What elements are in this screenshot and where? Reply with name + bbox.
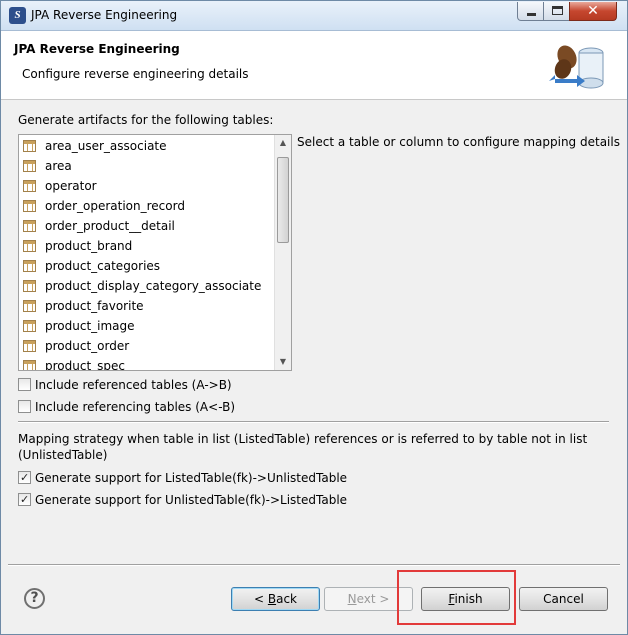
table-icon (23, 180, 36, 192)
wizard-header: JPA Reverse Engineering Configure revers… (1, 31, 627, 100)
back-label-rest: ack (276, 592, 297, 606)
include-referenced-checkbox[interactable] (18, 378, 31, 391)
table-row[interactable]: product_brand (23, 236, 133, 256)
include-referencing-label: Include referencing tables (A<-B) (35, 400, 236, 414)
include-referencing-option[interactable]: Include referencing tables (A<-B) (18, 399, 235, 415)
scroll-down-arrow-icon[interactable]: ▼ (275, 354, 291, 370)
minimize-button[interactable] (517, 2, 544, 21)
table-name: product_image (45, 319, 135, 333)
cancel-button[interactable]: Cancel (519, 587, 608, 611)
wizard-subtitle: Configure reverse engineering details (22, 67, 249, 81)
table-row[interactable]: operator (23, 176, 97, 196)
wizard-title: JPA Reverse Engineering (14, 42, 180, 56)
table-name: product_categories (45, 259, 161, 273)
close-icon: ✕ (587, 3, 599, 19)
table-row[interactable]: product_favorite (23, 296, 144, 316)
table-name: product_display_category_associate (45, 279, 262, 293)
back-label-mnemonic: B (267, 592, 277, 606)
table-name: area_user_associate (45, 139, 167, 153)
window-title: JPA Reverse Engineering (31, 8, 178, 22)
maximize-button[interactable] (543, 2, 570, 21)
table-name: product_order (45, 339, 130, 353)
include-referencing-checkbox[interactable] (18, 400, 31, 413)
table-icon (23, 260, 36, 272)
unlisted-to-listed-checkbox[interactable] (18, 492, 31, 508)
table-icon (23, 320, 36, 332)
wizard-body: Generate artifacts for the following tab… (1, 101, 627, 561)
table-row[interactable]: product_categories (23, 256, 161, 276)
table-name: order_product__detail (45, 219, 175, 233)
minimize-icon (527, 13, 536, 16)
table-name: area (45, 159, 72, 173)
table-name: product_favorite (45, 299, 144, 313)
table-name: order_operation_record (45, 199, 185, 213)
table-icon (23, 280, 36, 292)
table-row[interactable]: product_order (23, 336, 130, 356)
table-name: product_brand (45, 239, 133, 253)
tables-section-label: Generate artifacts for the following tab… (18, 113, 274, 127)
maximize-icon (552, 6, 563, 15)
reverse-engineering-banner-icon (549, 45, 604, 89)
table-icon (23, 360, 36, 370)
table-icon (23, 140, 36, 152)
footer-separator (8, 564, 620, 566)
table-list[interactable]: area_user_associate area operator order_… (18, 134, 292, 371)
unlisted-to-listed-label: Generate support for UnlistedTable(fk)->… (35, 493, 348, 507)
title-bar[interactable]: S JPA Reverse Engineering ✕ (1, 1, 627, 31)
listed-to-unlisted-option[interactable]: Generate support for ListedTable(fk)->Un… (18, 470, 347, 486)
table-icon (23, 340, 36, 352)
table-row[interactable]: order_operation_record (23, 196, 185, 216)
help-icon[interactable]: ? (24, 588, 45, 609)
dialog-window: S JPA Reverse Engineering ✕ JPA Reverse … (0, 0, 628, 635)
table-row[interactable]: area (23, 156, 72, 176)
table-name: operator (45, 179, 97, 193)
table-icon (23, 240, 36, 252)
include-referenced-option[interactable]: Include referenced tables (A->B) (18, 377, 232, 393)
close-button[interactable]: ✕ (569, 2, 617, 21)
next-label-rest: ext > (356, 592, 390, 606)
table-row[interactable]: product_spec (23, 356, 126, 371)
table-name: product_spec (45, 359, 126, 371)
table-icon (23, 300, 36, 312)
eclipse-app-icon: S (9, 7, 26, 24)
back-button[interactable]: < Back (231, 587, 320, 611)
next-label-mnemonic: N (347, 592, 357, 606)
table-icon (23, 160, 36, 172)
listed-to-unlisted-checkbox[interactable] (18, 470, 31, 486)
scroll-up-arrow-icon[interactable]: ▲ (275, 135, 291, 151)
scroll-thumb[interactable] (277, 157, 289, 243)
listed-to-unlisted-label: Generate support for ListedTable(fk)->Un… (35, 471, 348, 485)
finish-highlight-box (397, 570, 516, 625)
table-row[interactable]: product_display_category_associate (23, 276, 262, 296)
table-row[interactable]: product_image (23, 316, 135, 336)
table-icon (23, 200, 36, 212)
table-icon (23, 220, 36, 232)
table-row[interactable]: area_user_associate (23, 136, 167, 156)
back-label-prefix: < (253, 592, 268, 606)
table-list-scrollbar[interactable]: ▲ ▼ (274, 135, 291, 370)
include-referenced-label: Include referenced tables (A->B) (35, 378, 232, 392)
table-row[interactable]: order_product__detail (23, 216, 175, 236)
mapping-strategy-text: Mapping strategy when table in list (Lis… (18, 432, 588, 462)
unlisted-to-listed-option[interactable]: Generate support for UnlistedTable(fk)->… (18, 492, 347, 508)
separator (18, 421, 609, 423)
mapping-details-hint: Select a table or column to configure ma… (297, 135, 620, 149)
